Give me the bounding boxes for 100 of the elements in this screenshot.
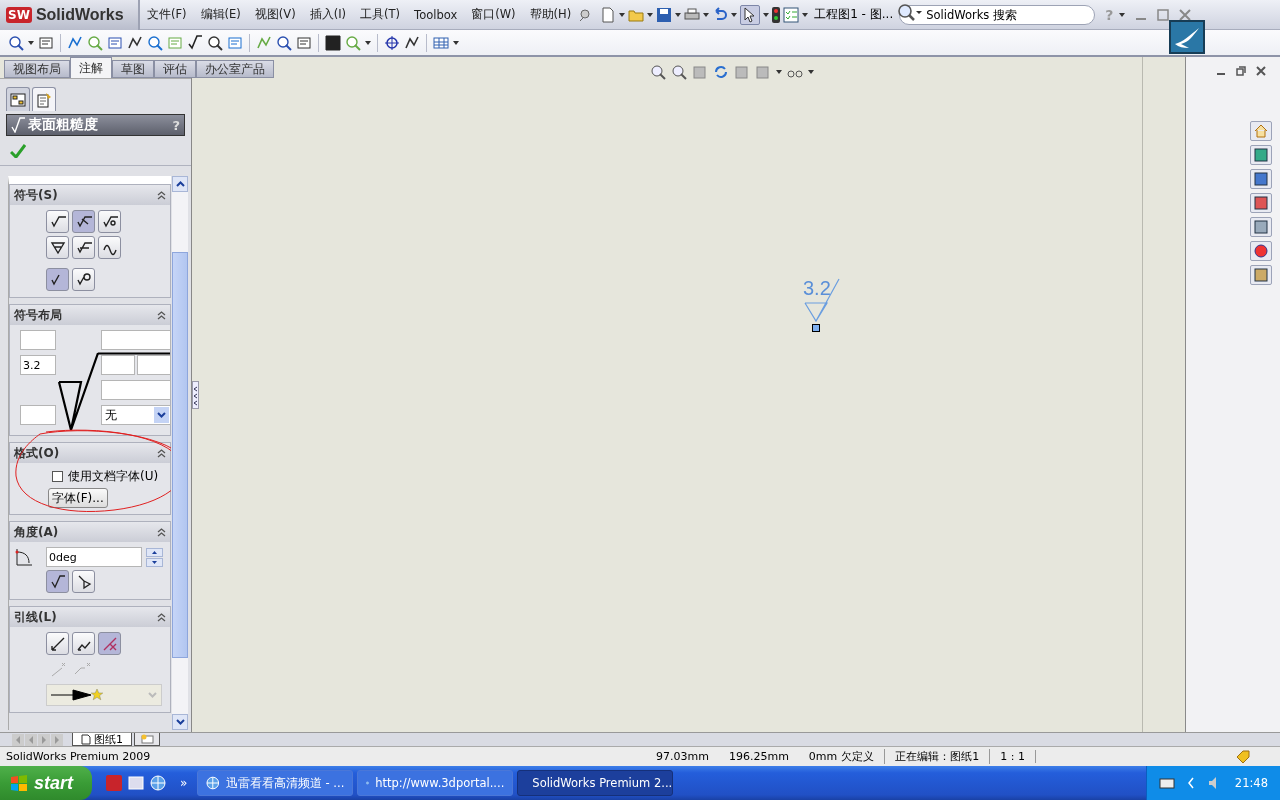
chevron-down-icon[interactable] (157, 412, 166, 418)
undo-icon[interactable] (712, 6, 729, 23)
leader-toggle[interactable] (98, 632, 121, 655)
task-pane-tab[interactable] (1250, 241, 1272, 261)
maximize-icon[interactable] (1157, 8, 1170, 21)
traffic-light-icon[interactable] (772, 6, 781, 23)
checklist-icon[interactable] (783, 6, 800, 23)
orientation-toggle[interactable] (72, 570, 95, 593)
section-header[interactable]: 角度(A) (10, 522, 170, 542)
splitter-handle-icon[interactable] (192, 380, 199, 409)
text-field[interactable] (101, 355, 135, 375)
section-header[interactable]: 引线(L) (10, 607, 170, 627)
command-tab[interactable]: 评估 (154, 60, 196, 78)
chevron-left-icon[interactable] (1186, 777, 1195, 789)
caret-icon[interactable] (731, 12, 738, 17)
table-icon[interactable] (433, 34, 449, 51)
panel-tab[interactable] (32, 87, 56, 111)
task-pane-tab[interactable] (1250, 193, 1272, 213)
symbol-toggle[interactable] (98, 236, 121, 259)
use-document-font-checkbox[interactable]: 使用文档字体(U) (52, 468, 166, 485)
symbol-toggle[interactable] (46, 236, 69, 259)
collapse-icon[interactable] (157, 310, 166, 320)
command-tab[interactable]: 注解 (70, 57, 112, 78)
leader-toggle[interactable] (46, 632, 69, 655)
caret-icon[interactable] (703, 12, 710, 17)
zoom-area-icon[interactable] (671, 64, 687, 80)
ok-check-icon[interactable] (10, 143, 26, 158)
caret-icon[interactable] (763, 12, 770, 17)
keyboard-icon[interactable] (1158, 777, 1175, 789)
zoom-to-fit-icon[interactable] (650, 64, 666, 80)
caret-icon[interactable] (365, 40, 371, 45)
lay-direction-dropdown[interactable]: 无 (101, 405, 171, 425)
spin-up-button[interactable] (146, 547, 163, 557)
close-icon[interactable] (1256, 66, 1266, 76)
menu-item[interactable]: 视图(V) (247, 7, 303, 22)
caret-icon[interactable] (808, 70, 814, 74)
symbol-toggle[interactable] (46, 268, 69, 291)
caret-icon[interactable] (453, 40, 459, 45)
task-pane-tab[interactable] (1250, 169, 1272, 189)
search-field[interactable]: SolidWorks 搜索 (899, 4, 1096, 25)
sheet-tab[interactable]: 图纸1 (72, 733, 132, 746)
collapse-icon[interactable] (157, 190, 166, 200)
text-field[interactable] (137, 355, 171, 375)
symbol-toggle[interactable] (46, 210, 69, 233)
text-field[interactable] (101, 330, 171, 350)
caret-icon[interactable] (1119, 12, 1126, 17)
restore-icon[interactable] (1236, 66, 1246, 76)
orientation-toggle[interactable] (46, 570, 69, 593)
scrollbar[interactable] (172, 176, 188, 730)
caret-icon[interactable] (776, 70, 782, 74)
close-icon[interactable] (1179, 8, 1192, 21)
text-field[interactable] (20, 405, 56, 425)
printer-icon[interactable] (684, 6, 701, 23)
caret-icon[interactable] (28, 40, 34, 45)
leader-toggle[interactable] (72, 632, 95, 655)
command-tab[interactable]: 视图布局 (4, 60, 70, 78)
command-tab[interactable]: 办公室产品 (196, 60, 274, 78)
symbol-toggle[interactable] (72, 268, 95, 291)
taskbar-button[interactable]: http://www.3dportal.... (357, 770, 514, 796)
tag-icon[interactable] (1236, 749, 1250, 764)
caret-icon[interactable] (619, 12, 626, 17)
task-pane-tab[interactable] (1250, 217, 1272, 237)
taskbar-button[interactable]: SolidWorks Premium 2... (517, 770, 674, 796)
spin-down-button[interactable] (146, 557, 163, 567)
desktop-shortcut-icon[interactable] (128, 775, 144, 791)
save-icon[interactable] (656, 6, 673, 23)
menu-item[interactable]: 文件(F) (140, 7, 194, 22)
menu-item[interactable]: 工具(T) (353, 7, 408, 22)
start-button[interactable]: start (0, 766, 92, 800)
collapse-icon[interactable] (157, 448, 166, 458)
taskbar-button[interactable]: 迅雷看看高清频道 - ... (197, 770, 354, 796)
task-pane-tab[interactable] (1250, 121, 1272, 141)
font-button[interactable]: 字体(F)... (48, 488, 108, 508)
menu-item[interactable]: 插入(I) (302, 7, 354, 22)
angle-field[interactable]: 0deg (46, 547, 142, 567)
symbol-toggle[interactable] (72, 210, 95, 233)
rotate-icon[interactable] (713, 64, 729, 80)
arrow-style-dropdown[interactable] (46, 684, 162, 706)
menu-item[interactable]: Toolbox (407, 7, 465, 22)
text-field[interactable] (20, 330, 56, 350)
caret-icon[interactable] (647, 12, 654, 17)
roughness-value-field[interactable]: 3.2 (20, 355, 56, 375)
collapse-icon[interactable] (157, 527, 166, 537)
caret-icon[interactable] (675, 12, 682, 17)
surface-finish-icon[interactable] (187, 34, 203, 51)
menu-item[interactable]: 窗口(W) (464, 7, 523, 22)
symbol-toggle[interactable] (98, 210, 121, 233)
menu-item[interactable]: 帮助(H) (522, 7, 579, 22)
task-pane-tab[interactable] (1250, 145, 1272, 165)
area-hatch-icon[interactable] (325, 34, 341, 51)
globe-icon[interactable] (150, 775, 166, 791)
collapse-icon[interactable] (157, 612, 166, 622)
add-sheet-button[interactable] (134, 733, 160, 746)
text-field[interactable] (101, 380, 171, 400)
center-mark-icon[interactable] (384, 34, 400, 51)
task-pane-tab[interactable] (1250, 265, 1272, 285)
panel-tab[interactable] (6, 87, 30, 111)
symbol-toggle[interactable] (72, 236, 95, 259)
menu-item[interactable]: 编辑(E) (193, 7, 248, 22)
command-tab[interactable]: 草图 (112, 60, 154, 78)
